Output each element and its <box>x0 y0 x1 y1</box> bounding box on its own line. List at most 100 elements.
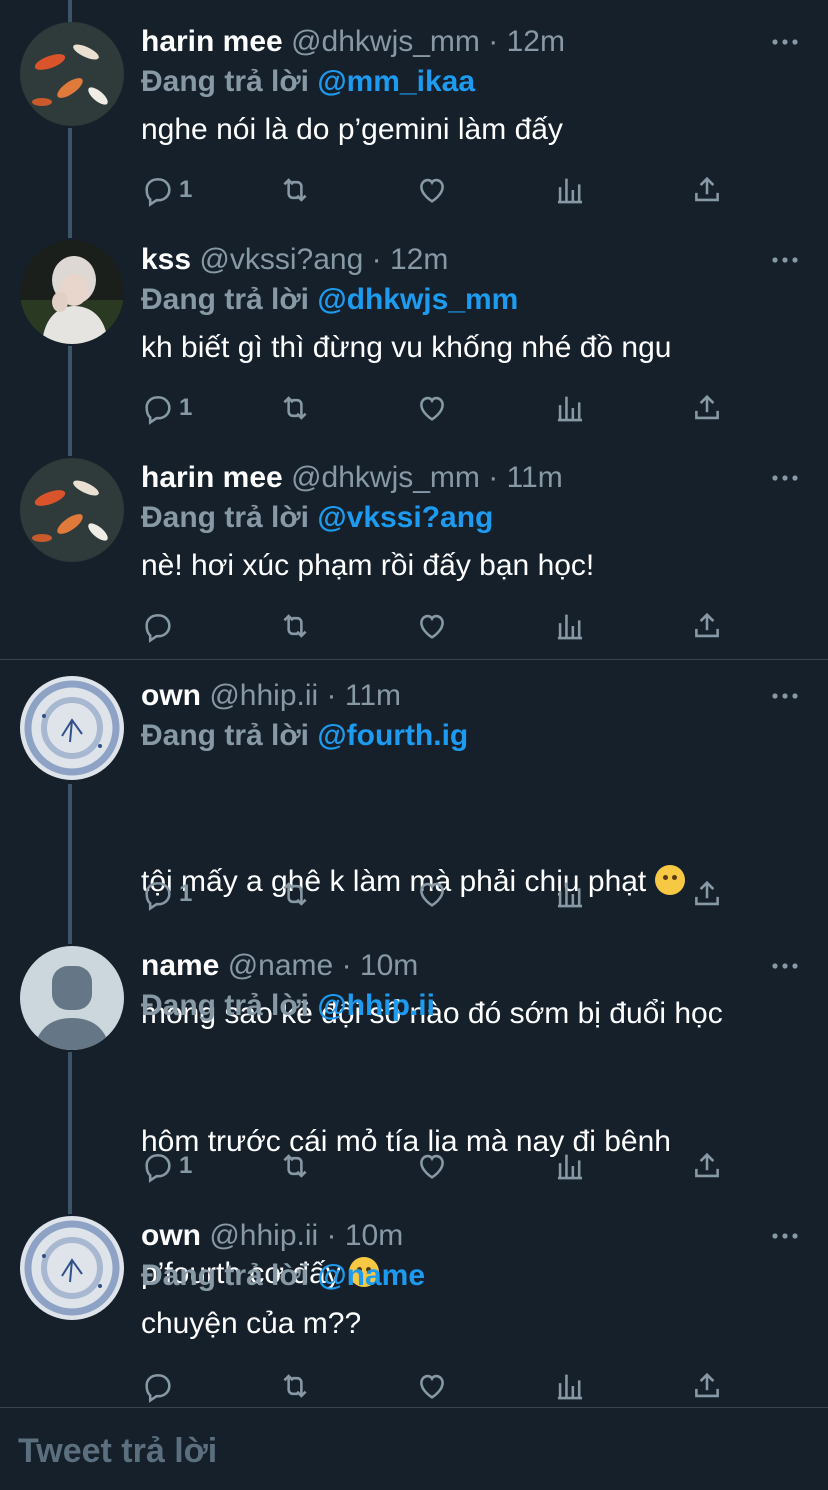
replying-to: Đang trả lời @dhkwjs_mm <box>141 280 518 320</box>
reply-input[interactable]: Tweet trả lời <box>18 1432 217 1471</box>
display-name[interactable]: harin mee <box>141 461 283 494</box>
separator-dot: · <box>326 679 337 712</box>
replying-label: Đang trả lời <box>141 283 310 316</box>
share-button[interactable] <box>690 170 724 210</box>
retweet-button[interactable] <box>278 388 312 428</box>
avatar-swirl-drawing[interactable] <box>20 676 124 780</box>
action-bar: 1 <box>141 874 741 914</box>
user-handle[interactable]: @hhip.ii <box>209 1219 318 1252</box>
avatar-swirl-drawing[interactable] <box>20 1216 124 1320</box>
avatar-koi-fish[interactable] <box>20 458 124 562</box>
user-handle[interactable]: @vkssi?ang <box>199 243 363 276</box>
user-handle[interactable]: @hhip.ii <box>209 679 318 712</box>
like-icon <box>415 391 449 425</box>
replying-label: Đang trả lời <box>141 719 310 752</box>
like-button[interactable] <box>415 388 449 428</box>
like-button[interactable] <box>415 874 449 914</box>
like-button[interactable] <box>415 606 449 646</box>
avatar-koi-fish[interactable] <box>20 22 124 126</box>
replying-to: Đang trả lời @fourth.ig <box>141 716 468 756</box>
analytics-button[interactable] <box>553 1146 587 1186</box>
timestamp[interactable]: 10m <box>345 1219 403 1252</box>
like-button[interactable] <box>415 170 449 210</box>
user-handle[interactable]: @dhkwjs_mm <box>291 25 480 58</box>
tweet-text: nghe nói là do p’gemini làm đấy <box>141 113 563 146</box>
share-button[interactable] <box>690 1146 724 1186</box>
action-bar: 1 <box>141 1146 741 1186</box>
analytics-icon <box>553 609 587 643</box>
tweet-text: kh biết gì thì đừng vu khống nhé đồ ngu <box>141 331 672 364</box>
retweet-button[interactable] <box>278 606 312 646</box>
more-icon[interactable] <box>770 240 800 280</box>
tweet[interactable]: kss @vkssi?ang · 12m Đang trả lời @dhkwj… <box>0 240 828 440</box>
action-bar: 1 <box>141 388 741 428</box>
tweet[interactable]: own @hhip.ii · 11m Đang trả lời @fourth.… <box>0 676 828 1030</box>
tweet-header: own @hhip.ii · 10m <box>141 1216 403 1256</box>
mention-link[interactable]: @dhkwjs_mm <box>317 283 518 316</box>
analytics-button[interactable] <box>553 874 587 914</box>
mention-link[interactable]: @mm_ikaa <box>317 65 475 98</box>
timestamp[interactable]: 12m <box>390 243 448 276</box>
replying-label: Đang trả lời <box>141 501 310 534</box>
like-button[interactable] <box>415 1146 449 1186</box>
retweet-button[interactable] <box>278 1146 312 1186</box>
user-handle[interactable]: @name <box>228 949 334 982</box>
reply-button[interactable]: 1 <box>141 874 192 914</box>
analytics-button[interactable] <box>553 1366 587 1406</box>
share-button[interactable] <box>690 388 724 428</box>
display-name[interactable]: harin mee <box>141 25 283 58</box>
separator-dot: · <box>488 25 499 58</box>
analytics-button[interactable] <box>553 388 587 428</box>
share-button[interactable] <box>690 1366 724 1406</box>
display-name[interactable]: name <box>141 949 219 982</box>
mention-link[interactable]: @fourth.ig <box>317 719 468 752</box>
display-name[interactable]: kss <box>141 243 191 276</box>
tweet-header: name @name · 10m <box>141 946 418 986</box>
timestamp[interactable]: 11m <box>507 461 563 494</box>
like-icon <box>415 609 449 643</box>
analytics-icon <box>553 1369 587 1403</box>
share-button[interactable] <box>690 874 724 914</box>
like-icon <box>415 173 449 207</box>
tweet-header: harin mee @dhkwjs_mm · 11m <box>141 458 563 498</box>
share-icon <box>690 609 724 643</box>
reply-button[interactable]: 1 <box>141 388 192 428</box>
reply-button[interactable] <box>141 1366 179 1406</box>
reply-button[interactable] <box>141 606 179 646</box>
like-button[interactable] <box>415 1366 449 1406</box>
tweet[interactable]: harin mee @dhkwjs_mm · 12m Đang trả lời … <box>0 22 828 222</box>
display-name[interactable]: own <box>141 679 201 712</box>
timestamp[interactable]: 10m <box>360 949 418 982</box>
avatar-person[interactable] <box>20 240 124 344</box>
tweet[interactable]: own @hhip.ii · 10m Đang trả lời @name ch… <box>0 1216 828 1406</box>
more-icon[interactable] <box>770 676 800 716</box>
more-icon[interactable] <box>770 22 800 62</box>
tweet[interactable]: name @name · 10m Đang trả lời @hhip.ii h… <box>0 946 828 1290</box>
reply-icon <box>141 173 175 207</box>
analytics-button[interactable] <box>553 606 587 646</box>
more-icon[interactable] <box>770 458 800 498</box>
analytics-icon <box>553 1149 587 1183</box>
tweet[interactable]: harin mee @dhkwjs_mm · 11m Đang trả lời … <box>0 458 828 658</box>
mention-link[interactable]: @hhip.ii <box>317 989 435 1022</box>
mention-link[interactable]: @vkssi?ang <box>317 501 493 534</box>
more-icon[interactable] <box>770 1216 800 1256</box>
user-handle[interactable]: @dhkwjs_mm <box>291 461 480 494</box>
analytics-button[interactable] <box>553 170 587 210</box>
retweet-button[interactable] <box>278 874 312 914</box>
reply-button[interactable]: 1 <box>141 1146 192 1186</box>
replying-label: Đang trả lời <box>141 989 310 1022</box>
more-icon[interactable] <box>770 946 800 986</box>
replying-to: Đang trả lời @mm_ikaa <box>141 62 475 102</box>
display-name[interactable]: own <box>141 1219 201 1252</box>
retweet-button[interactable] <box>278 170 312 210</box>
avatar-default[interactable] <box>20 946 124 1050</box>
retweet-button[interactable] <box>278 1366 312 1406</box>
reply-icon <box>141 1369 175 1403</box>
timestamp[interactable]: 12m <box>507 25 565 58</box>
share-button[interactable] <box>690 606 724 646</box>
timestamp[interactable]: 11m <box>345 679 401 712</box>
mention-link[interactable]: @name <box>317 1259 425 1292</box>
analytics-icon <box>553 391 587 425</box>
reply-button[interactable]: 1 <box>141 170 192 210</box>
